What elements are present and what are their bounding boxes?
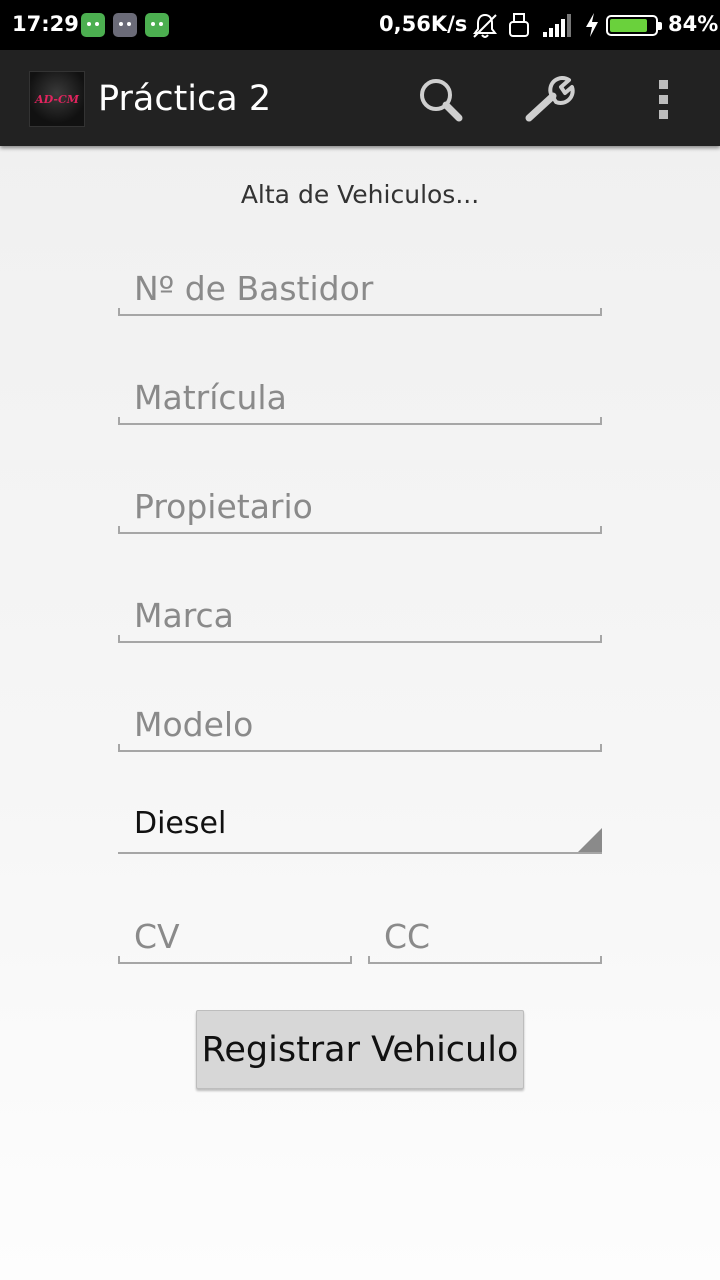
matricula-input[interactable] — [118, 365, 602, 425]
app-logo-text: AD-CM — [35, 92, 79, 106]
propietario-field — [118, 474, 602, 534]
search-icon — [420, 79, 463, 122]
usb-icon — [509, 13, 529, 37]
status-bar: 17:29 0,56K/s 84% — [0, 0, 720, 50]
android-notification-icon — [145, 13, 169, 37]
app-logo[interactable]: AD-CM — [29, 71, 85, 127]
marca-field — [118, 583, 602, 643]
bastidor-input[interactable] — [118, 256, 602, 316]
status-time: 17:29 — [12, 12, 79, 36]
matricula-field — [118, 365, 602, 425]
overflow-menu-button[interactable] — [636, 72, 692, 128]
modelo-input[interactable] — [118, 692, 602, 752]
android-notification-icon — [81, 13, 105, 37]
marca-input[interactable] — [118, 583, 602, 643]
fuel-type-selected: Diesel — [134, 806, 227, 841]
field-underline — [118, 417, 602, 425]
network-speed: 0,56K/s — [379, 12, 468, 36]
field-underline — [118, 956, 352, 964]
search-button[interactable] — [412, 72, 468, 128]
settings-button[interactable] — [523, 72, 579, 128]
wrench-icon — [525, 76, 575, 122]
app-title: Práctica 2 — [98, 79, 272, 119]
cc-input[interactable] — [368, 904, 602, 964]
register-vehicle-button[interactable]: Registrar Vehiculo — [196, 1010, 524, 1089]
field-underline — [118, 526, 602, 534]
cv-input[interactable] — [118, 904, 352, 964]
propietario-input[interactable] — [118, 474, 602, 534]
cv-field — [118, 904, 352, 964]
spinner-arrow-icon — [578, 828, 602, 852]
bastidor-field — [118, 256, 602, 316]
battery-icon — [606, 15, 662, 36]
notification-icon — [113, 13, 137, 37]
signal-icon — [543, 14, 571, 37]
field-underline — [118, 308, 602, 316]
fuel-type-spinner[interactable]: Diesel — [118, 802, 602, 854]
battery-percent: 84% — [668, 12, 719, 36]
charging-icon — [586, 13, 598, 37]
form-heading: Alta de Vehiculos... — [240, 180, 480, 209]
action-bar: AD-CM Práctica 2 — [0, 50, 720, 146]
field-underline — [368, 956, 602, 964]
overflow-menu-icon — [659, 80, 669, 125]
modelo-field — [118, 692, 602, 752]
bell-muted-icon — [473, 13, 497, 38]
field-underline — [118, 744, 602, 752]
field-underline — [118, 635, 602, 643]
battery-fill — [610, 19, 647, 32]
cc-field — [368, 904, 602, 964]
